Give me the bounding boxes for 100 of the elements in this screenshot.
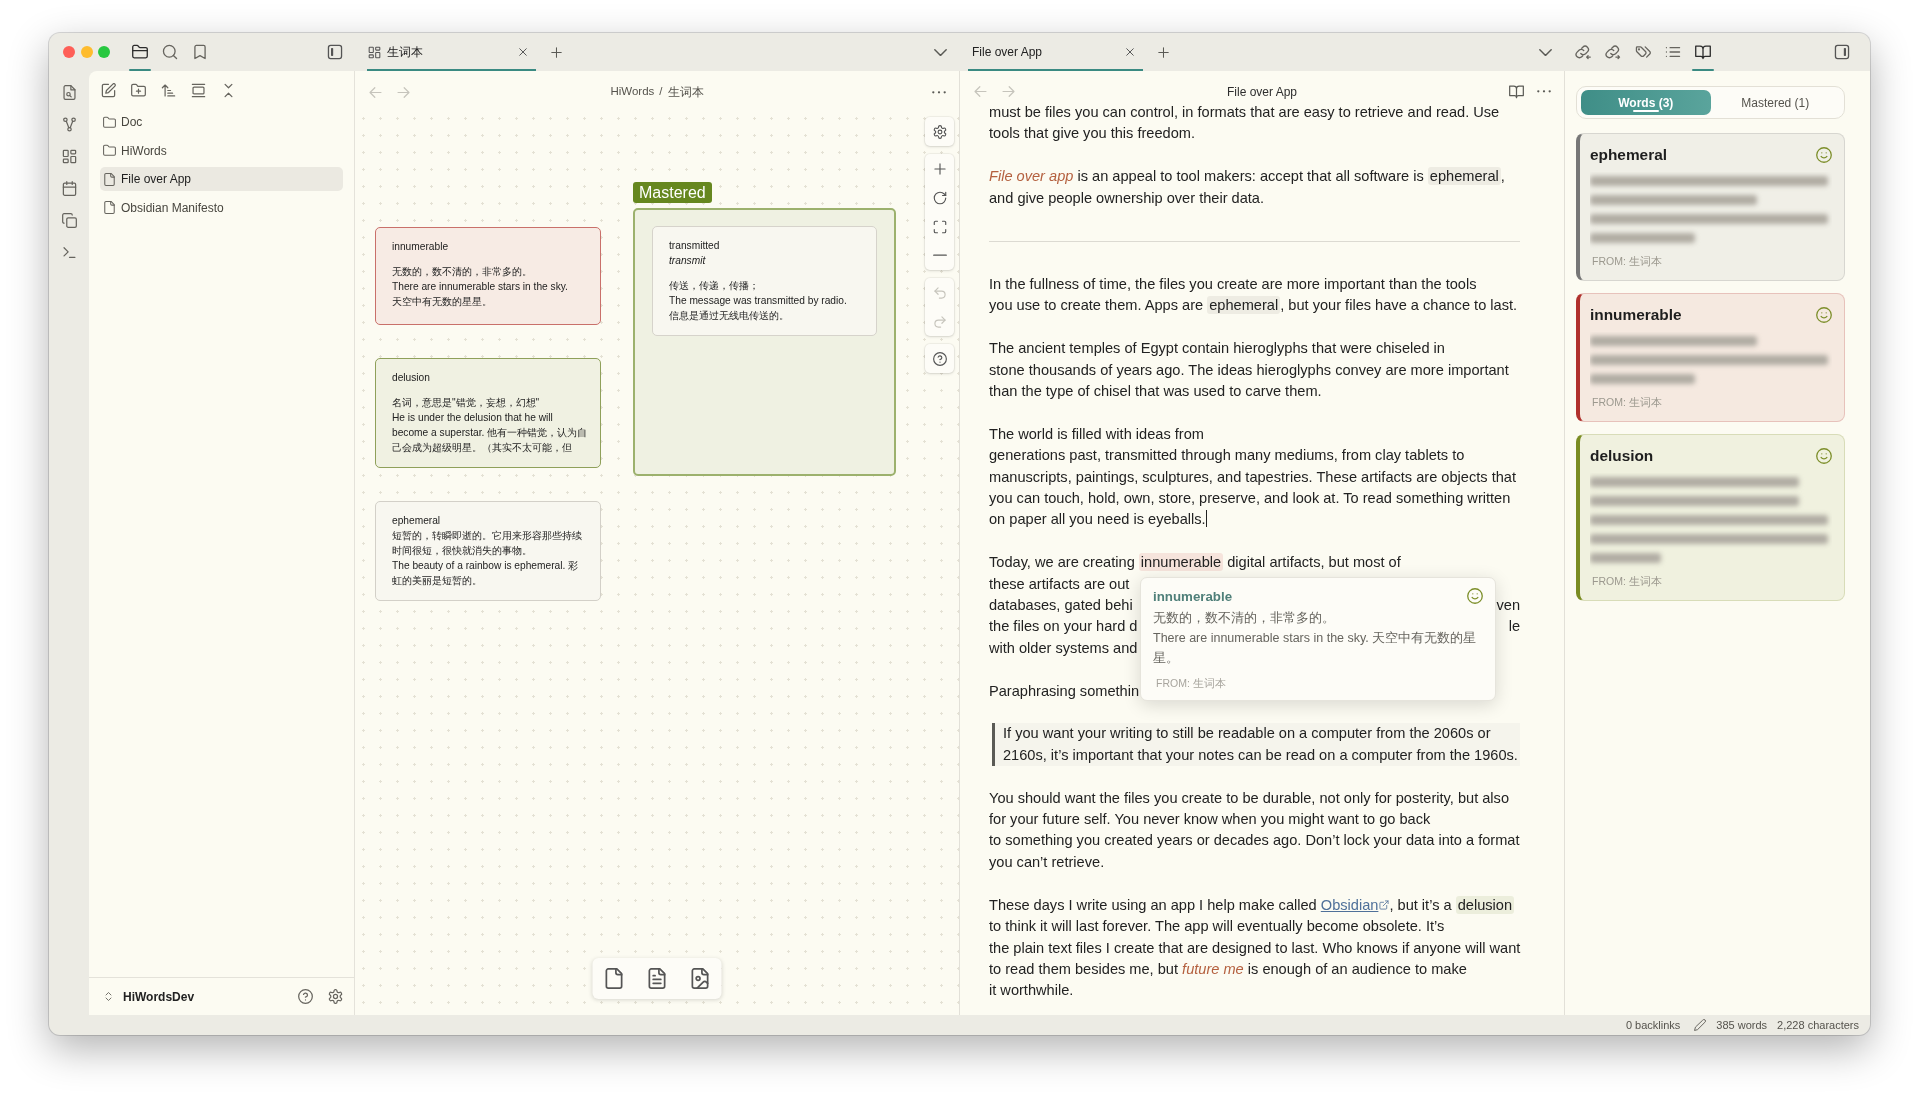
sort-icon[interactable]: [161, 83, 176, 98]
edit-icon[interactable]: [101, 83, 116, 98]
segment-tab[interactable]: Mastered (1): [1710, 90, 1840, 115]
link[interactable]: Obsidian: [1320, 896, 1390, 913]
file-icon[interactable]: [603, 968, 625, 989]
source-label: FROM: 生词本: [1591, 255, 1663, 267]
word-title: ephemeral: [1590, 146, 1667, 164]
backlinks-count[interactable]: 0 backlinks: [1625, 1019, 1681, 1031]
blockquote: If you want your writing to still be readable on a computer from the 2060s or 2160s, it’s important that your notes can be read on a computer from the 1960s.: [992, 723, 1520, 767]
text-line: Paraphrasing somethin: [989, 681, 1140, 701]
word-count: 385 words: [1716, 1019, 1768, 1031]
more-icon[interactable]: [932, 91, 946, 94]
paragraph: You should want the files you create to be durable, not only for posterity, but also for your future self. You never know when you might want to go back to something you created years or decades ago. Don’t lock your data into a format you can’t retrieve.: [989, 788, 1520, 872]
settings-icon: [932, 124, 947, 139]
link-icon: [1575, 44, 1591, 60]
folder-icon: [103, 144, 116, 157]
more-icon[interactable]: [1537, 90, 1551, 93]
smiley-icon[interactable]: [1816, 147, 1832, 163]
paragraph: File over app is an appeal to tool makers: accept that all software is ephemeral, and give people ownership over their data.: [989, 166, 1506, 208]
minus-icon: [932, 254, 947, 257]
close-icon[interactable]: [517, 46, 529, 58]
layout-icon[interactable]: [191, 83, 206, 98]
character-count: 2,228 characters: [1777, 1019, 1859, 1031]
pencil-icon[interactable]: [1694, 1019, 1707, 1031]
up-down-chevron-icon[interactable]: [103, 991, 114, 1002]
text-line: Today, we are creating innumerable digital artifacts, but most of: [989, 552, 1401, 574]
breadcrumb-item[interactable]: HiWords: [610, 85, 655, 100]
canvas-card[interactable]: delusion 名词，意思是"错觉，妄想，幻想" He is under the delusion that he will become a superstar. 他有一种错觉，认为自己会成为超级明星。（其实不太可能，但: [375, 358, 601, 468]
terminal-icon[interactable]: [61, 245, 77, 260]
graph-icon[interactable]: [61, 117, 77, 132]
word-card[interactable]: innumerable FROM: 生词本: [1576, 293, 1845, 422]
source-label: FROM: 生词本: [1591, 396, 1663, 408]
book-icon: [1695, 44, 1711, 60]
refresh-icon: [932, 190, 947, 205]
word-title: delusion: [1590, 447, 1654, 465]
text-line: databases, gated behi: [989, 596, 1133, 616]
popup-definition: 无数的，数不清的，非常多的。 There are innumerable stars in the sky. 天空中有无数的星星。: [1153, 610, 1478, 668]
file-image-icon[interactable]: [689, 968, 711, 989]
help-icon[interactable]: [298, 989, 313, 1004]
close-button[interactable]: [63, 46, 75, 58]
plus-icon[interactable]: [1157, 46, 1170, 59]
chevron-down-icon[interactable]: [1539, 48, 1552, 56]
settings-button[interactable]: [925, 117, 954, 146]
highlighted-word[interactable]: innumerable: [1138, 553, 1224, 572]
word-card[interactable]: ephemeral FROM: 生词本: [1576, 133, 1845, 281]
copy-icon[interactable]: [61, 213, 77, 228]
file-tree-item[interactable]: File over App: [100, 167, 343, 191]
popup-word: innumerable: [1153, 587, 1233, 606]
file-tree-item[interactable]: Doc: [100, 110, 343, 134]
smiley-icon[interactable]: [1816, 307, 1832, 323]
file-text-icon[interactable]: [646, 968, 668, 989]
card-text: 传送，传递，传播； The message was transmitted by radio. 信息是通过无线电传送的。: [669, 279, 848, 323]
help-button[interactable]: [925, 344, 954, 373]
file-tree-item[interactable]: HiWords: [100, 138, 343, 163]
file-icon: [103, 172, 116, 186]
sidebar-toggle-icon[interactable]: [327, 44, 343, 60]
highlighted-word[interactable]: delusion: [1455, 895, 1515, 914]
paragraph: In the fullness of time, the files you create are more important than the tools you use to create them. Apps are ephemeral, but your files have a chance to last.: [989, 275, 1519, 317]
plus-icon: [932, 161, 947, 176]
text-line: with older systems and: [989, 638, 1138, 658]
note-title: File over App: [1226, 84, 1297, 99]
card-text: 无数的，数不清的，非常多的。 There are innumerable stars in the sky. 天空中有无数的星星。: [392, 265, 569, 309]
highlighted-word[interactable]: ephemeral: [1427, 167, 1501, 186]
sidebar-toggle-icon[interactable]: [1834, 44, 1850, 60]
plus-icon[interactable]: [550, 46, 563, 59]
breadcrumb-item[interactable]: 生词本: [667, 85, 704, 100]
word-card[interactable]: delusion FROM: 生词本: [1576, 434, 1845, 601]
grid-icon[interactable]: [61, 149, 77, 164]
file-search-icon[interactable]: [61, 85, 77, 100]
card-text: delusion: [392, 371, 431, 385]
canvas-card[interactable]: ephemeral 短暂的，转瞬即逝的。它用来形容那些持续时间很短，很快就消失的事物。 The beauty of a rainbow is ephemeral. 彩虹的美丽是短暂的。: [375, 501, 601, 601]
text-line: ven: [1496, 596, 1520, 616]
settings-icon[interactable]: [328, 989, 343, 1004]
bookmark-icon: [192, 44, 208, 60]
folder-icon: [132, 44, 148, 60]
folder-icon: [103, 115, 116, 129]
smiley-icon[interactable]: [1816, 448, 1832, 464]
chevron-down-icon[interactable]: [934, 48, 947, 56]
link-icon: [1605, 44, 1621, 60]
undo-icon: [932, 285, 947, 300]
canvas-card[interactable]: transmitted transmit 传送，传递，传播； The message was transmitted by radio. 信息是通过无线电传送的。: [652, 226, 877, 336]
vault-name[interactable]: HiWordsDev: [123, 989, 195, 1004]
smiley-icon[interactable]: [1467, 588, 1483, 605]
popup-source: FROM: 生词本: [1155, 677, 1227, 690]
card-group[interactable]: transmitted transmit 传送，传递，传播； The message was transmitted by radio. 信息是通过无线电传送的。: [633, 208, 896, 476]
group-label[interactable]: Mastered: [633, 182, 712, 203]
canvas-card[interactable]: innumerable 无数的，数不清的，非常多的。 There are innumerable stars in the sky. 天空中有无数的星星。: [375, 227, 601, 325]
close-icon[interactable]: [1124, 46, 1136, 58]
collapse-icon[interactable]: [221, 83, 236, 98]
text-line: le: [1508, 617, 1520, 637]
text-cursor: [1205, 510, 1207, 528]
card-text: transmitted transmit: [669, 239, 721, 268]
breadcrumb-separator: /: [659, 85, 663, 99]
file-icon: [103, 201, 116, 214]
calendar-icon[interactable]: [61, 181, 77, 196]
file-tree-item[interactable]: Obsidian Manifesto: [100, 195, 343, 220]
highlighted-word[interactable]: ephemeral: [1207, 296, 1281, 315]
book-icon[interactable]: [1509, 84, 1524, 99]
word-title: innumerable: [1590, 306, 1682, 324]
folder-plus-icon[interactable]: [131, 83, 146, 98]
